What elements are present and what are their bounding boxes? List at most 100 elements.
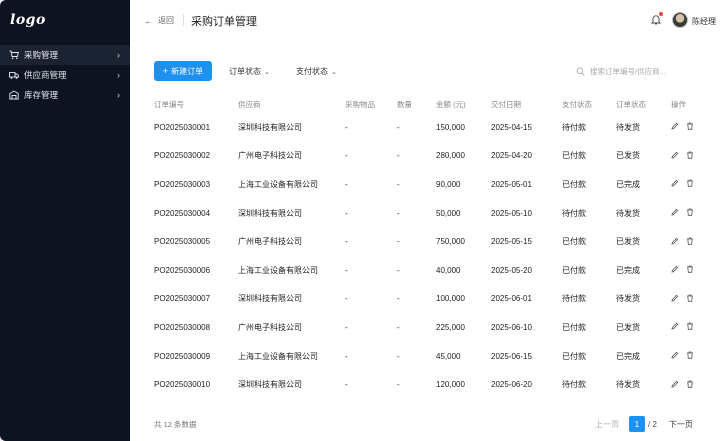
table-row[interactable]: PO2025030008 广州电子科技公司 - - 225,000 2025-06-10 已… [144, 313, 706, 342]
total-pages: / 2 [648, 419, 657, 429]
edit-icon[interactable] [671, 208, 679, 216]
trash-icon[interactable] [686, 237, 694, 245]
back-button[interactable]: ← 返回 [144, 15, 174, 26]
table-row[interactable]: PO2025030006 上海工业设备有限公司 - - 40,000 2025-05-20… [144, 256, 706, 285]
new-order-label: 新建订单 [171, 66, 204, 76]
trash-icon[interactable] [686, 122, 694, 130]
edit-icon[interactable] [671, 351, 679, 359]
edit-icon[interactable] [671, 122, 679, 130]
search-placeholder: 搜索订单编号/供应商... [590, 67, 666, 76]
pay-status-cell: 已付款 [562, 351, 586, 361]
column-header: 订单状态 [616, 100, 646, 109]
current-page[interactable]: 1 [629, 416, 645, 432]
sidebar-item-inventory[interactable]: 库存管理 › [0, 85, 130, 105]
actions-cell [661, 285, 706, 314]
order-status-cell: 已完成 [616, 265, 640, 275]
order-status-filter[interactable]: 订单状态 ⌄ [229, 66, 270, 77]
item-cell: - [345, 322, 348, 332]
order-id-cell: PO2025030007 [154, 294, 211, 304]
chevron-down-icon: ⌄ [331, 68, 337, 76]
trash-icon[interactable] [686, 380, 694, 388]
trash-icon[interactable] [686, 265, 694, 273]
delivery-date-cell: 2025-04-20 [491, 151, 532, 161]
amount-cell: 280,000 [436, 151, 465, 161]
table-row[interactable]: PO2025030009 上海工业设备有限公司 - - 45,000 2025-06-15… [144, 342, 706, 371]
column-header: 支付状态 [562, 100, 592, 109]
page-title: 采购订单管理 [191, 16, 257, 28]
pay-status-cell: 已付款 [562, 179, 586, 189]
table-row[interactable]: PO2025030002 广州电子科技公司 - - 280,000 2025-04-20 已… [144, 142, 706, 171]
chevron-down-icon: ⌄ [264, 68, 270, 76]
delivery-date-cell: 2025-05-10 [491, 208, 532, 218]
delivery-date-cell: 2025-05-15 [491, 237, 532, 247]
user-name[interactable]: 陈经理 [692, 16, 716, 27]
delivery-date-cell: 2025-05-01 [491, 179, 532, 189]
pay-status-cell: 已付款 [562, 265, 586, 275]
notification-dot [659, 12, 663, 16]
edit-icon[interactable] [671, 179, 679, 187]
edit-icon[interactable] [671, 294, 679, 302]
edit-icon[interactable] [671, 237, 679, 245]
actions-cell [661, 113, 706, 142]
orders-table: 订单编号 供应商 采购物品 数量 金额 (元) 交付日期 支付状态 订单状态 操… [144, 99, 706, 399]
warehouse-icon [9, 90, 19, 100]
qty-cell: - [397, 208, 400, 218]
trash-icon[interactable] [686, 351, 694, 359]
trash-icon[interactable] [686, 179, 694, 188]
table-row[interactable]: PO2025030010 深圳科技有限公司 - - 120,000 2025-06-20 待… [144, 370, 706, 399]
order-id-cell: PO2025030001 [154, 122, 211, 132]
table-row[interactable]: PO2025030005 广州电子科技公司 - - 750,000 2025-05-15 已… [144, 227, 706, 256]
qty-cell: - [397, 237, 400, 247]
actions-cell [661, 170, 706, 199]
trash-icon[interactable] [686, 322, 694, 331]
delivery-date-cell: 2025-05-20 [491, 265, 532, 275]
total-count: 共 12 条数据 [154, 420, 197, 429]
column-header: 金额 (元) [436, 100, 466, 109]
actions-cell [661, 342, 706, 371]
table-row[interactable]: PO2025030007 深圳科技有限公司 - - 100,000 2025-06-01 待… [144, 285, 706, 314]
trash-icon[interactable] [686, 294, 694, 302]
amount-cell: 90,000 [436, 179, 461, 189]
pay-status-cell: 待付款 [562, 122, 586, 132]
order-status-cell: 已发货 [616, 151, 640, 161]
trash-icon[interactable] [686, 208, 694, 216]
amount-cell: 225,000 [436, 322, 465, 332]
edit-icon[interactable] [671, 265, 679, 273]
item-cell: - [345, 294, 348, 304]
supplier-cell: 广州电子科技公司 [238, 237, 302, 247]
amount-cell: 50,000 [436, 208, 461, 218]
edit-icon[interactable] [671, 380, 679, 388]
delivery-date-cell: 2025-06-10 [491, 322, 532, 332]
pay-status-cell: 已付款 [562, 322, 586, 332]
actions-cell [661, 370, 706, 399]
supplier-cell: 深圳科技有限公司 [238, 122, 302, 132]
search-input[interactable]: 搜索订单编号/供应商... [576, 66, 706, 77]
avatar[interactable] [672, 12, 688, 28]
order-id-cell: PO2025030008 [154, 322, 211, 332]
pay-status-cell: 待付款 [562, 294, 586, 304]
pay-status-cell: 已付款 [562, 237, 586, 247]
order-id-cell: PO2025030009 [154, 351, 211, 361]
column-header: 数量 [397, 100, 412, 109]
table-row[interactable]: PO2025030003 上海工业设备有限公司 - - 90,000 2025-05-01… [144, 170, 706, 199]
actions-cell [661, 313, 706, 342]
pay-status-filter[interactable]: 支付状态 ⌄ [296, 66, 337, 77]
edit-icon[interactable] [671, 151, 679, 159]
supplier-cell: 上海工业设备有限公司 [238, 265, 318, 275]
edit-icon[interactable] [671, 322, 679, 330]
table-row[interactable]: PO2025030001 深圳科技有限公司 - - 150,000 2025-04-15 待… [144, 113, 706, 142]
new-order-button[interactable]: + 新建订单 [154, 61, 212, 81]
prev-page-button[interactable]: 上一页 [595, 419, 619, 430]
sidebar-item-suppliers[interactable]: 供应商管理 › [0, 65, 130, 85]
logo: logo [10, 12, 46, 28]
header-divider [183, 14, 184, 26]
trash-icon[interactable] [686, 151, 694, 159]
app-window: logo 采购管理 › 供应商管理 › 库存管理 › ← 返回 采购订单管理 陈… [0, 0, 720, 441]
next-page-button[interactable]: 下一页 [669, 419, 693, 430]
sidebar-item-procurement[interactable]: 采购管理 › [0, 45, 130, 65]
order-id-cell: PO2025030003 [154, 179, 211, 189]
qty-cell: - [397, 294, 400, 304]
item-cell: - [345, 237, 348, 247]
table-row[interactable]: PO2025030004 深圳科技有限公司 - - 50,000 2025-05-10 待付… [144, 199, 706, 228]
column-header: 订单编号 [154, 100, 184, 109]
